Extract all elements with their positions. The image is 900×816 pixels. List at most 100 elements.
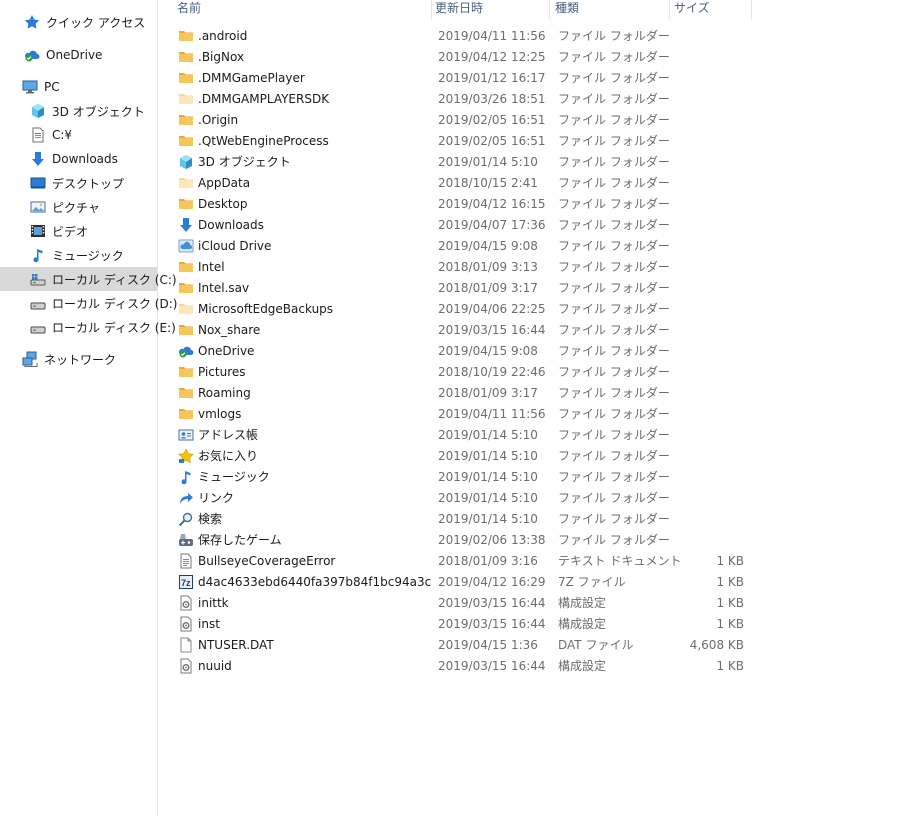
file-row[interactable]: Desktop 2019/04/12 16:15 ファイル フォルダー	[176, 194, 766, 215]
file-row[interactable]: Intel 2018/01/09 3:13 ファイル フォルダー	[176, 257, 766, 278]
file-name: お気に入り	[198, 449, 259, 463]
file-row[interactable]: Nox_share 2019/03/15 16:44 ファイル フォルダー	[176, 320, 766, 341]
file-date: 2019/04/11 11:56	[438, 407, 546, 421]
file-date: 2019/03/26 18:51	[438, 92, 546, 106]
drive-icon	[30, 319, 46, 335]
file-type: ファイル フォルダー	[558, 218, 670, 232]
folder-icon	[178, 385, 194, 401]
file-row[interactable]: inittk 2019/03/15 16:44 構成設定 1 KB	[176, 593, 766, 614]
file-date: 2019/04/15 9:08	[438, 344, 538, 358]
file-name: Intel	[198, 260, 225, 274]
video-icon	[30, 223, 46, 239]
file-size: 1 KB	[716, 596, 744, 610]
file-date: 2019/04/07 17:36	[438, 218, 546, 232]
nav-item-10[interactable]: ローカル ディスク (C:)	[0, 267, 177, 291]
file-row[interactable]: 3D オブジェクト 2019/01/14 5:10 ファイル フォルダー	[176, 152, 766, 173]
file-row[interactable]: Downloads 2019/04/07 17:36 ファイル フォルダー	[176, 215, 766, 236]
file-date: 2019/01/14 5:10	[438, 470, 538, 484]
file-row[interactable]: お気に入り 2019/01/14 5:10 ファイル フォルダー	[176, 446, 766, 467]
nav-item-8[interactable]: ビデオ	[0, 219, 157, 243]
file-row[interactable]: 保存したゲーム 2019/02/06 13:38 ファイル フォルダー	[176, 530, 766, 551]
folder-icon	[178, 280, 194, 296]
column-header-name[interactable]: 名前	[174, 0, 432, 20]
file-row[interactable]: nuuid 2019/03/15 16:44 構成設定 1 KB	[176, 656, 766, 677]
file-name: .DMMGamePlayer	[198, 71, 305, 85]
file-row[interactable]: ミュージック 2019/01/14 5:10 ファイル フォルダー	[176, 467, 766, 488]
column-header-type[interactable]: 種類	[552, 0, 670, 20]
file-type: ファイル フォルダー	[558, 29, 670, 43]
nav-item-12[interactable]: ローカル ディスク (E:)	[0, 315, 176, 339]
file-row[interactable]: アドレス帳 2019/01/14 5:10 ファイル フォルダー	[176, 425, 766, 446]
file-date: 2019/01/14 5:10	[438, 428, 538, 442]
icloud-icon	[178, 238, 194, 254]
nav-item-3[interactable]: 3D オブジェクト	[0, 99, 157, 123]
file-row[interactable]: OneDrive 2019/04/15 9:08 ファイル フォルダー	[176, 341, 766, 362]
file-type: ファイル フォルダー	[558, 344, 670, 358]
nav-item-6[interactable]: デスクトップ	[0, 171, 157, 195]
link-arrow-icon	[178, 490, 194, 506]
pictures-icon	[30, 199, 46, 215]
file-row[interactable]: 検索 2019/01/14 5:10 ファイル フォルダー	[176, 509, 766, 530]
file-date: 2018/10/19 22:46	[438, 365, 546, 379]
file-row[interactable]: .QtWebEngineProcess 2019/02/05 16:51 ファイル …	[176, 131, 766, 152]
file-date: 2019/04/11 11:56	[438, 29, 546, 43]
3d-objects-icon	[178, 154, 194, 170]
nav-item-7[interactable]: ピクチャ	[0, 195, 157, 219]
file-row[interactable]: inst 2019/03/15 16:44 構成設定 1 KB	[176, 614, 766, 635]
file-date: 2019/02/05 16:51	[438, 113, 546, 127]
nav-item-2[interactable]: PC	[0, 75, 157, 99]
file-type: ファイル フォルダー	[558, 71, 670, 85]
file-size: 4,608 KB	[689, 638, 744, 652]
file-row[interactable]: Pictures 2018/10/19 22:46 ファイル フォルダー	[176, 362, 766, 383]
nav-item-13[interactable]: ネットワーク	[0, 347, 157, 371]
file-row[interactable]: .android 2019/04/11 11:56 ファイル フォルダー	[176, 26, 766, 47]
file-date: 2019/03/15 16:44	[438, 323, 546, 337]
folder-icon	[178, 196, 194, 212]
file-row[interactable]: Roaming 2018/01/09 3:17 ファイル フォルダー	[176, 383, 766, 404]
file-row[interactable]: AppData 2018/10/15 2:41 ファイル フォルダー	[176, 173, 766, 194]
file-date: 2019/03/15 16:44	[438, 596, 546, 610]
file-size: 1 KB	[716, 659, 744, 673]
folder-icon	[178, 133, 194, 149]
file-row[interactable]: .Origin 2019/02/05 16:51 ファイル フォルダー	[176, 110, 766, 131]
config-file-icon	[178, 595, 194, 611]
file-row[interactable]: .BigNox 2019/04/12 12:25 ファイル フォルダー	[176, 47, 766, 68]
nav-item-0[interactable]: クイック アクセス	[0, 10, 157, 34]
nav-item-label: ミュージック	[52, 248, 124, 263]
file-date: 2019/01/14 5:10	[438, 491, 538, 505]
nav-item-9[interactable]: ミュージック	[0, 243, 157, 267]
file-row[interactable]: BullseyeCoverageError 2018/01/09 3:16 テキスト…	[176, 551, 766, 572]
text-file-icon	[178, 553, 194, 569]
file-row[interactable]: .DMMGamePlayer 2019/01/12 16:17 ファイル フォルダー	[176, 68, 766, 89]
file-date: 2019/04/12 16:15	[438, 197, 546, 211]
file-type: ファイル フォルダー	[558, 302, 670, 316]
file-name: Nox_share	[198, 323, 261, 337]
column-header-size[interactable]: サイズ	[671, 0, 752, 20]
nav-item-5[interactable]: Downloads	[0, 147, 157, 171]
column-header-date[interactable]: 更新日時	[432, 0, 550, 20]
nav-item-11[interactable]: ローカル ディスク (D:)	[0, 291, 177, 315]
file-date: 2019/04/15 9:08	[438, 239, 538, 253]
file-row[interactable]: iCloud Drive 2019/04/15 9:08 ファイル フォルダー	[176, 236, 766, 257]
nav-item-1[interactable]: OneDrive	[0, 43, 157, 67]
folder-icon	[178, 322, 194, 338]
file-row[interactable]: MicrosoftEdgeBackups 2019/04/06 22:25 ファイル…	[176, 299, 766, 320]
file-row[interactable]: vmlogs 2019/04/11 11:56 ファイル フォルダー	[176, 404, 766, 425]
file-date: 2019/01/12 16:17	[438, 71, 546, 85]
nav-item-label: C:¥	[52, 128, 73, 142]
file-type: ファイル フォルダー	[558, 386, 670, 400]
file-name: NTUSER.DAT	[198, 638, 274, 652]
file-date: 2019/01/14 5:10	[438, 512, 538, 526]
file-row[interactable]: .DMMGAMPLAYERSDK 2019/03/26 18:51 ファイル フォル…	[176, 89, 766, 110]
file-type: 構成設定	[558, 617, 607, 631]
saved-games-icon	[178, 532, 194, 548]
nav-item-4[interactable]: C:¥	[0, 123, 157, 147]
document-icon	[30, 127, 46, 143]
file-row[interactable]: 7z d4ac4633ebd6440fa397b84f1bc94a3c 2019/0…	[176, 572, 766, 593]
file-row[interactable]: NTUSER.DAT 2019/04/15 1:36 DAT ファイル 4,608 K…	[176, 635, 766, 656]
nav-item-label: OneDrive	[46, 48, 103, 62]
file-date: 2019/04/12 16:29	[438, 575, 546, 589]
file-row[interactable]: リンク 2019/01/14 5:10 ファイル フォルダー	[176, 488, 766, 509]
file-name: OneDrive	[198, 344, 255, 358]
file-row[interactable]: Intel.sav 2018/01/09 3:17 ファイル フォルダー	[176, 278, 766, 299]
